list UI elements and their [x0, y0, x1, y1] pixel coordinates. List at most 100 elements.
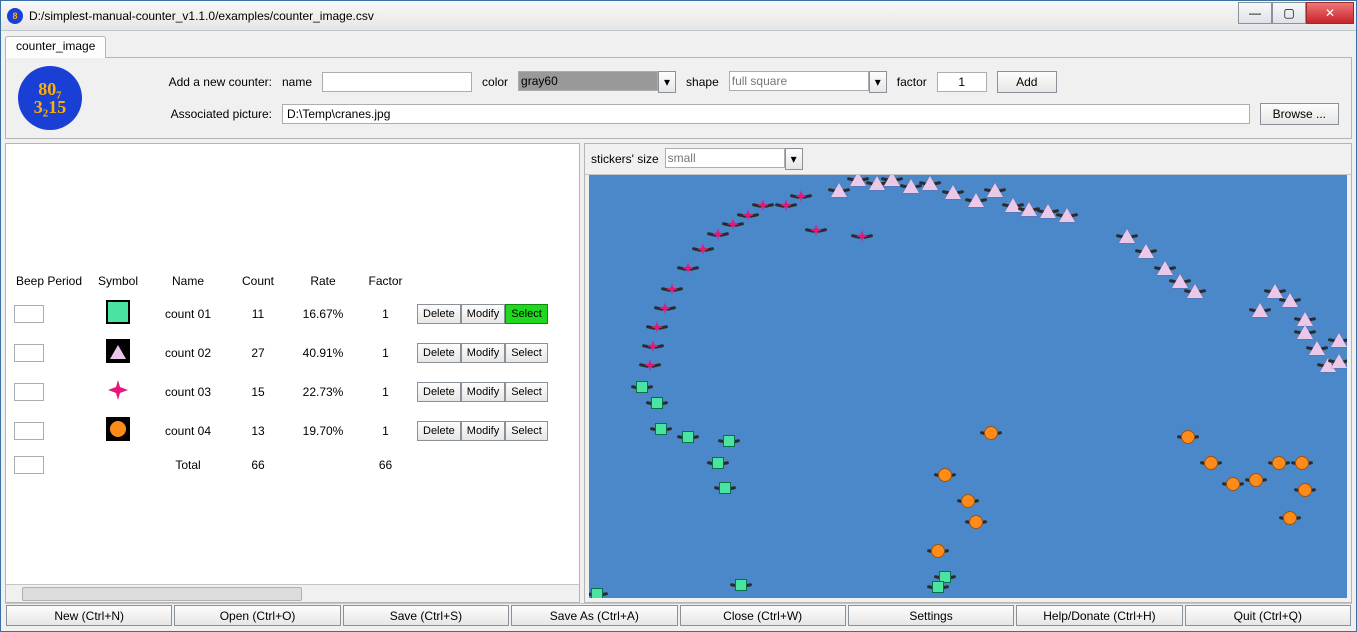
sticker-marker[interactable]: [1331, 333, 1347, 347]
bottom-button[interactable]: Settings: [848, 605, 1014, 626]
select-button[interactable]: Select: [505, 421, 548, 441]
sticker-marker[interactable]: [1172, 274, 1188, 288]
sticker-marker[interactable]: [903, 179, 919, 193]
delete-button[interactable]: Delete: [417, 343, 461, 363]
sticker-marker[interactable]: [696, 242, 710, 256]
sticker-marker[interactable]: [932, 581, 944, 593]
sticker-marker[interactable]: [794, 189, 808, 203]
color-dropdown-icon[interactable]: ▾: [658, 71, 676, 93]
sticker-marker[interactable]: [945, 185, 961, 199]
sticker-marker[interactable]: [646, 339, 660, 353]
sticker-marker[interactable]: [643, 358, 657, 372]
browse-button[interactable]: Browse ...: [1260, 103, 1339, 125]
sticker-marker[interactable]: [1282, 293, 1298, 307]
sticker-marker[interactable]: [1021, 202, 1037, 216]
sticker-marker[interactable]: [681, 261, 695, 275]
sticker-marker[interactable]: [665, 282, 679, 296]
bottom-button[interactable]: New (Ctrl+N): [6, 605, 172, 626]
modify-button[interactable]: Modify: [461, 343, 505, 363]
horizontal-scrollbar[interactable]: [6, 584, 579, 602]
sticker-marker[interactable]: [1309, 341, 1325, 355]
assoc-picture-input[interactable]: [282, 104, 1250, 124]
select-button[interactable]: Select: [505, 304, 548, 324]
sticker-marker[interactable]: [938, 468, 952, 482]
sticker-marker[interactable]: [884, 175, 900, 186]
sticker-marker[interactable]: [1252, 303, 1268, 317]
sticker-marker[interactable]: [1157, 261, 1173, 275]
sticker-marker[interactable]: [1059, 208, 1075, 222]
sticker-marker[interactable]: [591, 588, 603, 598]
beep-input[interactable]: [14, 305, 44, 323]
bottom-button[interactable]: Open (Ctrl+O): [174, 605, 340, 626]
sticker-marker[interactable]: [1119, 229, 1135, 243]
name-input[interactable]: [322, 72, 472, 92]
sticker-marker[interactable]: [1181, 430, 1195, 444]
sticker-marker[interactable]: [651, 397, 663, 409]
sticker-marker[interactable]: [1331, 354, 1347, 368]
sticker-marker[interactable]: [712, 457, 724, 469]
sticker-marker[interactable]: [719, 482, 731, 494]
sticker-marker[interactable]: [968, 193, 984, 207]
close-button[interactable]: ✕: [1306, 2, 1354, 24]
sticker-marker[interactable]: [1297, 325, 1313, 339]
sticker-marker[interactable]: [1298, 483, 1312, 497]
sticker-marker[interactable]: [756, 198, 770, 212]
total-beep-input[interactable]: [14, 456, 44, 474]
sticker-marker[interactable]: [969, 515, 983, 529]
beep-input[interactable]: [14, 422, 44, 440]
sticker-marker[interactable]: [1272, 456, 1286, 470]
sticker-size-select[interactable]: [665, 148, 785, 168]
bottom-button[interactable]: Help/Donate (Ctrl+H): [1016, 605, 1182, 626]
sticker-marker[interactable]: [922, 176, 938, 190]
delete-button[interactable]: Delete: [417, 421, 461, 441]
sticker-marker[interactable]: [1204, 456, 1218, 470]
sticker-marker[interactable]: [1226, 477, 1240, 491]
sticker-marker[interactable]: [636, 381, 648, 393]
sticker-marker[interactable]: [984, 426, 998, 440]
sticker-marker[interactable]: [682, 431, 694, 443]
sticker-marker[interactable]: [658, 301, 672, 315]
color-select[interactable]: [518, 71, 658, 91]
sticker-marker[interactable]: [855, 229, 869, 243]
sticker-marker[interactable]: [931, 544, 945, 558]
sticker-marker[interactable]: [650, 320, 664, 334]
sticker-marker[interactable]: [987, 183, 1003, 197]
sticker-marker[interactable]: [809, 223, 823, 237]
select-button[interactable]: Select: [505, 343, 548, 363]
sticker-marker[interactable]: [1249, 473, 1263, 487]
sticker-marker[interactable]: [850, 175, 866, 186]
select-button[interactable]: Select: [505, 382, 548, 402]
modify-button[interactable]: Modify: [461, 304, 505, 324]
shape-select[interactable]: [729, 71, 869, 91]
minimize-button[interactable]: —: [1238, 2, 1272, 24]
image-canvas[interactable]: [589, 175, 1347, 598]
bottom-button[interactable]: Save (Ctrl+S): [343, 605, 509, 626]
maximize-button[interactable]: ▢: [1272, 2, 1306, 24]
delete-button[interactable]: Delete: [417, 382, 461, 402]
sticker-marker[interactable]: [831, 183, 847, 197]
bottom-button[interactable]: Close (Ctrl+W): [680, 605, 846, 626]
sticker-marker[interactable]: [1295, 456, 1309, 470]
sticker-marker[interactable]: [711, 227, 725, 241]
sticker-marker[interactable]: [1283, 511, 1297, 525]
modify-button[interactable]: Modify: [461, 382, 505, 402]
sticker-marker[interactable]: [655, 423, 667, 435]
bottom-button[interactable]: Quit (Ctrl+Q): [1185, 605, 1351, 626]
sticker-marker[interactable]: [1187, 284, 1203, 298]
sticker-marker[interactable]: [735, 579, 747, 591]
delete-button[interactable]: Delete: [417, 304, 461, 324]
sticker-marker[interactable]: [723, 435, 735, 447]
factor-input[interactable]: [937, 72, 987, 92]
add-button[interactable]: Add: [997, 71, 1057, 93]
beep-input[interactable]: [14, 383, 44, 401]
beep-input[interactable]: [14, 344, 44, 362]
tab-counter-image[interactable]: counter_image: [5, 36, 106, 58]
bottom-button[interactable]: Save As (Ctrl+A): [511, 605, 677, 626]
modify-button[interactable]: Modify: [461, 421, 505, 441]
sticker-marker[interactable]: [726, 217, 740, 231]
sticker-marker[interactable]: [1138, 244, 1154, 258]
shape-dropdown-icon[interactable]: ▾: [869, 71, 887, 93]
sticker-marker[interactable]: [1040, 204, 1056, 218]
sticker-marker[interactable]: [779, 198, 793, 212]
sticker-marker[interactable]: [961, 494, 975, 508]
